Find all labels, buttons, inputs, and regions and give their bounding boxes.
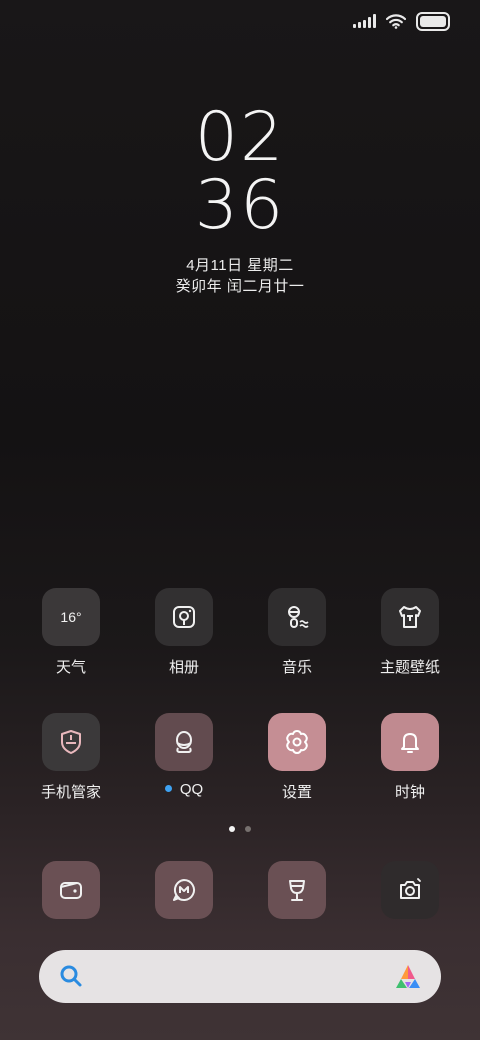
page-indicator[interactable] [0, 826, 480, 832]
app-settings[interactable]: 设置 [242, 713, 352, 802]
app-weather[interactable]: 16° 天气 [16, 588, 126, 677]
lockscreen-clock[interactable]: 02 36 [0, 104, 480, 240]
app-security[interactable]: 手机管家 [16, 713, 126, 802]
app-label-clock: 时钟 [394, 784, 425, 801]
clock-hours: 02 [194, 98, 286, 177]
dock-app-camera[interactable] [355, 861, 465, 919]
app-label-themes: 主题壁纸 [379, 659, 440, 676]
alarm-bell-icon[interactable] [381, 713, 439, 771]
app-gallery[interactable]: 相册 [129, 588, 239, 677]
date-text[interactable]: 4月11日 星期二 [0, 254, 480, 275]
wine-glass-icon[interactable] [268, 861, 326, 919]
music-icon[interactable] [268, 588, 326, 646]
app-label-weather: 天气 [55, 659, 86, 676]
app-label-qq-text: QQ [179, 781, 204, 798]
wallet-icon[interactable] [42, 861, 100, 919]
app-label-settings: 设置 [281, 784, 312, 801]
security-shield-icon[interactable] [42, 713, 100, 771]
camera-icon[interactable] [381, 861, 439, 919]
status-bar [353, 10, 450, 32]
page-dot[interactable] [245, 826, 251, 832]
clock-minutes: 36 [194, 166, 286, 245]
battery-fill [420, 15, 446, 27]
app-label-qq: QQ [129, 781, 239, 798]
app-label-gallery: 相册 [168, 659, 199, 676]
app-clock[interactable]: 时钟 [355, 713, 465, 802]
gallery-icon[interactable] [155, 588, 213, 646]
qq-penguin-icon[interactable] [155, 713, 213, 771]
lunar-date-text: 癸卯年 闰二月廿一 [175, 278, 305, 295]
signal-bars-icon [353, 14, 376, 28]
dock-app-browser[interactable] [242, 861, 352, 919]
search-icon[interactable] [59, 964, 83, 988]
dock-app-wallet[interactable] [16, 861, 126, 919]
app-music[interactable]: 音乐 [242, 588, 352, 677]
message-icon[interactable] [155, 861, 213, 919]
notification-dot [164, 785, 172, 793]
app-label-music: 音乐 [281, 659, 312, 676]
weather-temperature: 16° [60, 609, 82, 625]
app-themes[interactable]: 主题壁纸 [355, 588, 465, 677]
settings-gear-icon[interactable] [268, 713, 326, 771]
weather-icon[interactable]: 16° [42, 588, 100, 646]
battery-icon [416, 11, 450, 31]
app-label-security: 手机管家 [40, 784, 101, 801]
app-assistant-logo-icon[interactable] [393, 962, 423, 992]
app-qq[interactable]: QQ [129, 713, 239, 798]
page-dot-active[interactable] [229, 826, 235, 832]
wifi-icon [386, 13, 406, 29]
theme-shirt-icon[interactable] [381, 588, 439, 646]
dock-app-messages[interactable] [129, 861, 239, 919]
search-bar[interactable] [39, 950, 441, 1003]
